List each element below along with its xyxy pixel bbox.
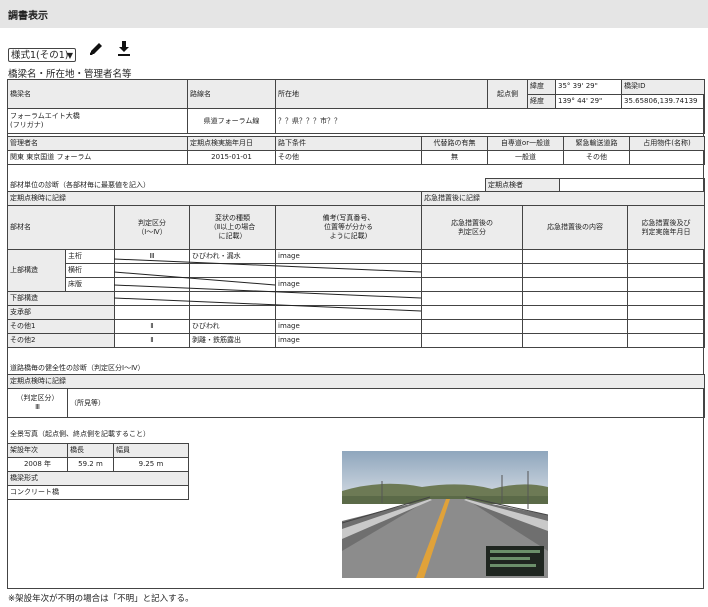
footer-note: ※架設年次が不明の場合は「不明」と記入する。 [8, 594, 194, 604]
width-label: 幅員 [113, 443, 189, 458]
photo-title: 全景写真（起点側、終点側を記載すること） [10, 430, 150, 438]
health-judge-value: Ⅲ [35, 403, 40, 411]
form-select-value: 様式1(その1) [11, 50, 69, 61]
strike-line [113, 284, 422, 299]
health-title: 道路橋毎の健全性の診断（判定区分Ⅰ〜Ⅳ） [10, 364, 145, 372]
type-label: 橋梁形式 [7, 471, 189, 486]
form-select[interactable]: 様式1(その1) ▼ [8, 48, 76, 62]
year-value: 2008 年 [7, 457, 68, 472]
page-title: 調書表示 [8, 11, 48, 22]
download-icon[interactable] [116, 40, 132, 58]
health-periodic-label: 定期点検時に記録 [7, 374, 705, 389]
length-label: 橋長 [67, 443, 114, 458]
health-judge-label: （判定区分） [16, 394, 59, 402]
length-value: 59.2 m [67, 457, 114, 472]
health-table: 定期点検時に記録 （判定区分） Ⅲ （所見等） [7, 374, 705, 418]
type-value: コンクリート橋 [7, 485, 189, 500]
bridge-spec-table: 架設年次 橋長 幅員 2008 年 59.2 m 9.25 m 橋梁形式 コンク… [7, 443, 189, 500]
strike-line [113, 297, 422, 312]
strike-line [113, 258, 422, 273]
edit-pencil-icon[interactable] [88, 40, 104, 58]
health-findings-label: （所見等） [67, 388, 705, 418]
bridge-photo [342, 451, 548, 578]
page-header: 調書表示 [0, 0, 708, 28]
section-subtitle: 橋梁名・所在地・管理者名等 [8, 69, 132, 80]
strike-line [113, 271, 276, 286]
year-label: 架設年次 [7, 443, 68, 458]
chevron-down-icon: ▼ [66, 51, 73, 60]
width-value: 9.25 m [113, 457, 189, 472]
